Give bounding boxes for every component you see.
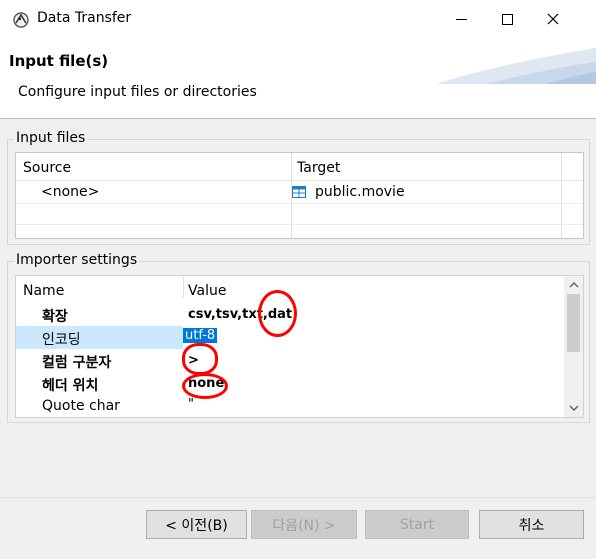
dbeaver-beaver-icon [12, 11, 30, 29]
settings-row-quote-char[interactable]: Quote char " [16, 395, 561, 418]
setting-name: 확장 [42, 309, 68, 325]
scroll-down-button[interactable] [564, 399, 583, 417]
close-icon [547, 13, 559, 25]
importer-settings-table[interactable]: Name Value 확장 csv,tsv,txt,dat 인코딩 utf-8 … [15, 275, 584, 418]
chevron-up-icon [569, 282, 578, 288]
close-button[interactable] [530, 0, 576, 38]
row-divider [16, 224, 583, 225]
maximize-icon [501, 13, 513, 25]
setting-value-editor[interactable]: utf-8 [183, 328, 218, 343]
column-header-source[interactable]: Source [23, 160, 71, 176]
maximize-button[interactable] [484, 0, 530, 38]
minimize-button[interactable] [438, 0, 484, 38]
column-header-target[interactable]: Target [297, 160, 340, 176]
start-button[interactable]: Start [365, 510, 469, 539]
importer-settings-label: Importer settings [14, 252, 140, 268]
setting-name: Quote char [42, 398, 120, 414]
wizard-content: Input files Source Target <none> public.… [0, 119, 596, 497]
input-files-table[interactable]: Source Target <none> public.movie [15, 152, 584, 239]
page-description: Configure input files or directories [18, 84, 257, 100]
chevron-down-icon [569, 405, 578, 411]
target-cell: public.movie [315, 184, 405, 200]
column-header-name[interactable]: Name [23, 283, 64, 299]
title-bar: Data Transfer [0, 0, 596, 38]
minimize-icon [455, 18, 467, 20]
vertical-scrollbar[interactable] [564, 276, 583, 417]
cancel-button[interactable]: 취소 [479, 510, 584, 539]
wizard-header: Input file(s) Configure input files or d… [0, 38, 596, 118]
next-button[interactable]: 다음(N) > [251, 510, 357, 539]
setting-name: 컬럼 구분자 [42, 355, 112, 371]
row-divider [16, 203, 583, 204]
banner-graphic [436, 48, 596, 84]
scroll-up-button[interactable] [564, 276, 583, 294]
wizard-footer: < 이전(B) 다음(N) > Start 취소 [0, 498, 596, 559]
page-heading: Input file(s) [9, 52, 109, 70]
input-files-label: Input files [14, 130, 88, 146]
setting-name: 헤더 위치 [42, 378, 99, 394]
table-row[interactable]: <none> public.movie [16, 181, 583, 203]
setting-name: 인코딩 [42, 332, 81, 348]
column-divider [183, 276, 184, 298]
back-button[interactable]: < 이전(B) [146, 510, 247, 539]
settings-row-column-delimiter[interactable]: 컬럼 구분자 > [16, 349, 561, 372]
column-header-value[interactable]: Value [188, 283, 226, 299]
annotation-circle [182, 343, 218, 375]
annotation-circle [258, 290, 297, 337]
window-title: Data Transfer [37, 10, 132, 26]
setting-value[interactable]: " [188, 397, 194, 412]
table-icon [292, 186, 306, 202]
annotation-circle [182, 373, 228, 399]
settings-row-header-position[interactable]: 헤더 위치 none [16, 372, 561, 395]
source-cell: <none> [41, 184, 100, 200]
scrollbar-thumb[interactable] [567, 294, 580, 352]
